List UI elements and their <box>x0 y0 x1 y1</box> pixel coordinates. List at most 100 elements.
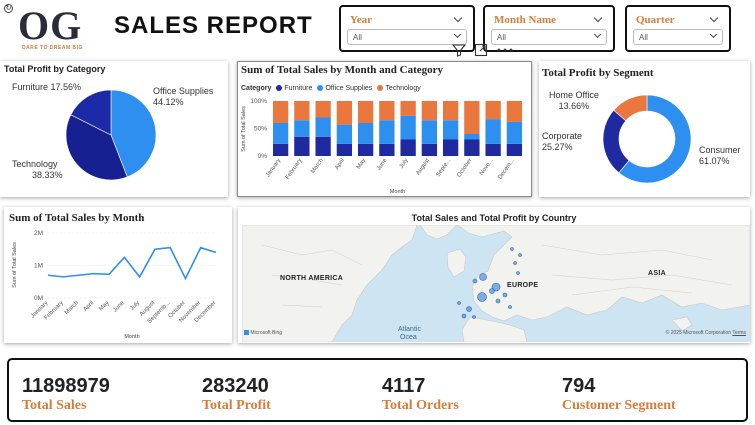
bar-segment-furniture <box>315 136 331 156</box>
x-tick-label: August <box>415 157 431 176</box>
y-tick-label: 0M <box>34 295 43 302</box>
x-tick-label: May <box>98 300 110 312</box>
slicer-year-dropdown[interactable]: All <box>347 29 467 45</box>
donut-label-name: Consumer <box>699 145 741 155</box>
chart-title: Total Sales and Total Profit by Country <box>411 213 577 223</box>
bar-segment-technology <box>272 101 289 123</box>
donut-label-home-office: Home Office 13.66% <box>549 90 599 112</box>
card-sales-month-category[interactable]: Sum of Total Sales by Month and Category… <box>237 61 532 197</box>
kpi-customer-segment[interactable]: 794 Customer Segment <box>562 375 676 414</box>
x-tick-label: May <box>356 158 367 171</box>
logo-mark: OG <box>18 3 83 48</box>
pie-label-name: Technology <box>12 159 58 169</box>
kpi-total-sales[interactable]: 11898979 Total Sales <box>22 375 110 414</box>
bar-segment-technology <box>315 101 331 118</box>
map-visual[interactable]: NORTH AMERICA EUROPE ASIA Atlantic Ocea … <box>242 225 750 342</box>
slicer-quarter[interactable]: Quarter All <box>625 5 731 52</box>
x-tick-label: June <box>376 157 389 172</box>
filter-icon[interactable] <box>452 43 466 57</box>
slicer-month-value: All <box>497 33 506 42</box>
donut-label-pct: 13.66% <box>558 101 590 111</box>
pie-label-name: Furniture <box>12 82 49 92</box>
bar-segment-furniture <box>336 143 353 156</box>
slicer-month-label: Month Name <box>494 14 557 26</box>
chevron-down-icon[interactable] <box>453 13 463 23</box>
bar-segment-office-supplies <box>400 115 416 140</box>
bar-segment-office-supplies <box>421 120 438 144</box>
x-tick-label: Septe... <box>435 157 452 178</box>
pie-label-pct: 17.56% <box>50 82 82 92</box>
pie-label-furniture: Furniture 17.56% <box>12 82 81 93</box>
kpi-total-profit[interactable]: 283240 Total Profit <box>202 375 271 414</box>
donut-label-name: Corporate <box>542 131 583 141</box>
bar-segment-technology <box>294 101 310 121</box>
bar-segment-technology <box>506 101 523 122</box>
x-axis-label: Month <box>124 334 139 340</box>
y-tick-label: 2M <box>34 230 43 237</box>
bar-segment-office-supplies <box>379 120 395 144</box>
slicer-quarter-label: Quarter <box>636 14 675 26</box>
logo: ↻ OG DARE TO DREAM BIG <box>4 2 104 52</box>
donut-chart-segment[interactable] <box>539 61 750 197</box>
x-tick-label: March <box>64 300 80 316</box>
map-label-asia: ASIA <box>648 270 666 277</box>
map-terms-link[interactable]: Terms <box>732 330 746 336</box>
stacked-bar-chart[interactable]: 0% 50% 100%Sum of Total Sales January Februa… <box>237 61 532 197</box>
chevron-down-icon[interactable] <box>709 13 719 23</box>
slicer-year-label: Year <box>350 14 372 26</box>
x-tick-label: April <box>82 300 95 313</box>
pie-label-pct: 38.33% <box>32 170 63 180</box>
bar-segment-technology <box>400 101 416 116</box>
focus-mode-expand-icon[interactable] <box>474 43 488 57</box>
slicer-quarter-dropdown[interactable]: All <box>633 29 723 45</box>
bar-segment-technology <box>336 101 353 125</box>
map-attribution: © 2025 Microsoft Corporation Terms <box>666 330 746 336</box>
bar-segment-furniture <box>294 136 310 156</box>
x-tick-label: March <box>310 158 324 175</box>
chevron-down-icon[interactable] <box>593 13 603 23</box>
y-axis-label: Sum of Total Sales <box>12 242 18 288</box>
line-chart-sales[interactable]: 0M1M2MJanuaryFebruary March April May June Ju… <box>4 207 232 343</box>
kpi-strip: 11898979 Total Sales 283240 Total Profit… <box>7 358 748 422</box>
bar-segment-office-supplies <box>464 134 480 140</box>
bar-segment-technology <box>485 101 501 120</box>
chevron-down-icon[interactable] <box>593 30 602 39</box>
bar-segment-technology <box>357 101 374 123</box>
kpi-label: Total Profit <box>202 398 271 413</box>
kpi-value: 4117 <box>382 375 426 397</box>
kpi-label: Total Sales <box>22 398 87 413</box>
card-profit-by-category[interactable]: Total Profit by Category Furniture 17.56… <box>0 61 228 197</box>
pie-label-name: Office Supplies <box>153 86 214 96</box>
bar-segment-technology <box>421 101 438 121</box>
chevron-down-icon[interactable] <box>453 30 462 39</box>
map-label-atlantic: Atlantic <box>398 326 421 333</box>
bar-segment-furniture <box>442 139 459 156</box>
x-tick-label: February <box>285 158 304 181</box>
microsoft-logo-icon <box>244 330 249 335</box>
bar-segment-furniture <box>400 139 416 156</box>
visual-toolbar <box>452 43 514 57</box>
bar-segment-technology <box>379 101 395 121</box>
chevron-down-icon[interactable] <box>709 30 718 39</box>
y-tick-label: 1M <box>34 263 43 270</box>
pie-label-office-supplies: Office Supplies 44.12% <box>153 86 213 108</box>
donut-label-pct: 61.07% <box>699 156 730 166</box>
x-tick-label: October <box>456 158 473 179</box>
map-brand-text: Microsoft Bing <box>250 330 283 336</box>
slicer-year-value: All <box>353 33 362 42</box>
kpi-value: 283240 <box>202 375 269 397</box>
bar-segment-furniture <box>272 143 289 156</box>
x-tick-label: Nove... <box>479 157 495 176</box>
focus-mode-icon[interactable]: ↻ <box>4 4 13 13</box>
kpi-total-orders[interactable]: 4117 Total Orders <box>382 375 459 414</box>
map-label-north-america: NORTH AMERICA <box>280 275 344 282</box>
bar-segment-office-supplies <box>336 124 353 144</box>
bar-segment-furniture <box>357 143 374 156</box>
bar-segment-furniture <box>379 143 395 156</box>
more-options-icon[interactable] <box>496 47 514 53</box>
card-sales-by-month[interactable]: Sum of Total Sales by Month 0M 1M 2M Januar… <box>4 207 232 343</box>
map-label-europe: EUROPE <box>507 282 539 289</box>
x-tick-label: July <box>129 300 141 312</box>
map-land <box>242 225 750 342</box>
card-profit-by-segment[interactable]: Total Profit by Segment Home Office 13.6… <box>539 61 750 197</box>
